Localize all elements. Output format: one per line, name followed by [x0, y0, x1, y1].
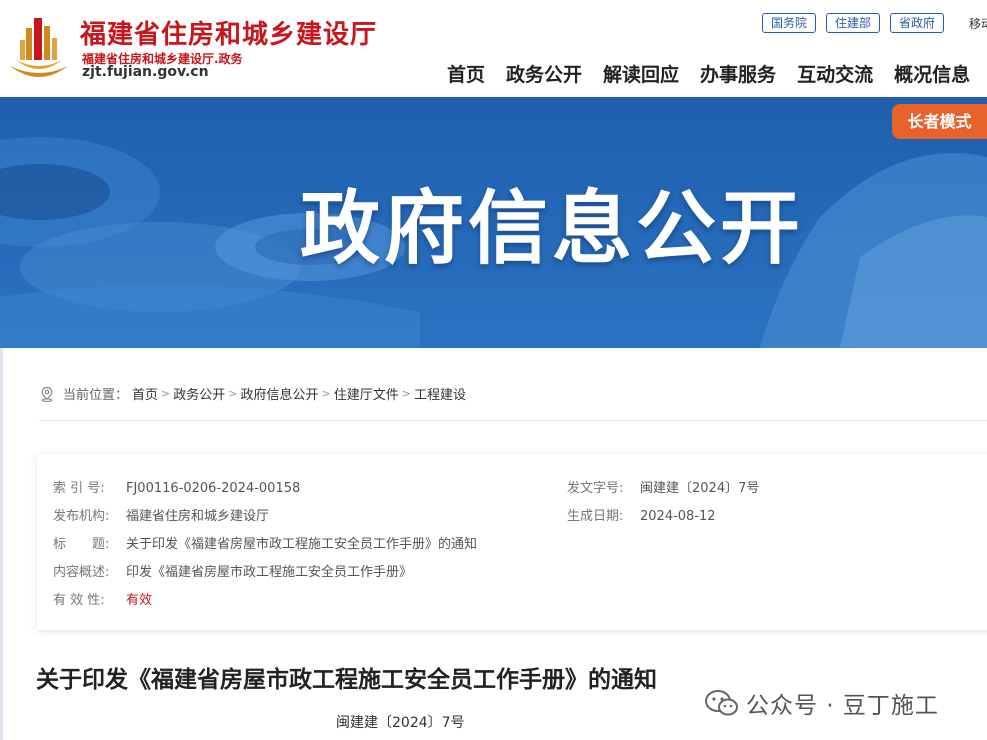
banner: 长者模式 政府信息公开 — [0, 97, 987, 348]
breadcrumb-engineering[interactable]: 工程建设 — [414, 384, 466, 403]
info-summary-key: 内容概述: — [53, 565, 110, 580]
info-summary-value: 印发《福建省房屋市政工程施工安全员工作手册》 — [126, 565, 413, 580]
info-title-value: 关于印发《福建省房屋市政工程施工安全员工作手册》的通知 — [126, 537, 478, 552]
info-issuer: 发布机构: 福建省住房和城乡建设厅 — [53, 505, 269, 524]
elder-mode-button[interactable]: 长者模式 — [892, 104, 987, 139]
nav-gov-affairs[interactable]: 政务公开 — [506, 60, 582, 87]
site-domain: zjt.fujian.gov.cn — [82, 64, 209, 80]
info-index-key: 索 引 号: — [53, 481, 105, 496]
breadcrumb-dept-docs[interactable]: 住建厅文件 — [334, 384, 399, 403]
info-index: 索 引 号: FJ00116-0206-2024-00158 — [53, 477, 300, 496]
logo-icon — [10, 18, 68, 77]
top-link-mohurd[interactable]: 住建部 — [826, 13, 881, 33]
site-header: 福建省住房和城乡建设厅 福建省住房和城乡建设厅.政务 zjt.fujian.go… — [0, 0, 987, 97]
info-docno: 发文字号: 闽建建〔2024〕7号 — [567, 477, 759, 496]
info-validity: 有 效 性: 有效 — [53, 589, 152, 608]
location-pin-icon — [41, 386, 53, 402]
top-link-mobile[interactable]: 移动 — [969, 15, 987, 32]
breadcrumb-separator: > — [401, 387, 411, 400]
info-title: 标 题: 关于印发《福建省房屋市政工程施工安全员工作手册》的通知 — [53, 533, 477, 552]
main-nav: 首页 政务公开 解读回应 办事服务 互动交流 概况信息 — [447, 60, 970, 87]
nav-home[interactable]: 首页 — [447, 60, 485, 87]
info-index-value: FJ00116-0206-2024-00158 — [126, 481, 301, 496]
info-summary: 内容概述: 印发《福建省房屋市政工程施工安全员工作手册》 — [53, 561, 412, 580]
breadcrumb-home[interactable]: 首页 — [132, 384, 158, 403]
info-date: 生成日期: 2024-08-12 — [567, 505, 716, 524]
nav-services[interactable]: 办事服务 — [700, 60, 776, 87]
breadcrumb-info-disclosure[interactable]: 政府信息公开 — [240, 384, 318, 403]
info-validity-key: 有 效 性: — [53, 593, 105, 608]
info-title-key: 标 题: — [53, 537, 110, 552]
wechat-icon — [705, 690, 738, 716]
info-validity-value: 有效 — [126, 593, 153, 608]
nav-overview[interactable]: 概况信息 — [894, 60, 970, 87]
document-info-card: 索 引 号: FJ00116-0206-2024-00158 发文字号: 闽建建〔2… — [37, 454, 987, 630]
top-link-provincial-gov[interactable]: 省政府 — [890, 13, 945, 33]
info-issuer-value: 福建省住房和城乡建设厅 — [126, 509, 270, 524]
info-docno-key: 发文字号: — [567, 481, 624, 496]
nav-interaction[interactable]: 互动交流 — [797, 60, 873, 87]
breadcrumb-separator: > — [228, 387, 238, 400]
watermark-text: 公众号 · 豆丁施工 — [746, 693, 939, 719]
info-date-value: 2024-08-12 — [640, 509, 716, 524]
breadcrumb-label: 当前位置： — [63, 388, 129, 403]
page: 福建省住房和城乡建设厅 福建省住房和城乡建设厅.政务 zjt.fujian.go… — [0, 0, 987, 740]
info-date-key: 生成日期: — [567, 509, 624, 524]
top-links: 国务院 住建部 省政府 — [762, 13, 945, 33]
breadcrumb: 当前位置： 首页 > 政务公开 > 政府信息公开 > 住建厅文件 > 工程建设 — [39, 384, 466, 403]
banner-title: 政府信息公开 — [300, 182, 804, 275]
info-docno-value: 闽建建〔2024〕7号 — [640, 481, 760, 496]
info-issuer-key: 发布机构: — [53, 509, 110, 524]
document-title: 关于印发《福建省房屋市政工程施工安全员工作手册》的通知 — [36, 667, 657, 693]
content-area: 当前位置： 首页 > 政务公开 > 政府信息公开 > 住建厅文件 > 工程建设 … — [0, 348, 987, 740]
nav-interpretation[interactable]: 解读回应 — [603, 60, 679, 87]
breadcrumb-separator: > — [161, 387, 171, 400]
divider — [39, 420, 987, 421]
top-link-state-council[interactable]: 国务院 — [762, 13, 817, 33]
site-title: 福建省住房和城乡建设厅 — [80, 20, 378, 50]
watermark: 公众号 · 豆丁施工 — [704, 686, 939, 720]
breadcrumb-gov-affairs[interactable]: 政务公开 — [173, 384, 225, 403]
document-number: 闽建建〔2024〕7号 — [336, 715, 465, 731]
breadcrumb-separator: > — [321, 387, 331, 400]
